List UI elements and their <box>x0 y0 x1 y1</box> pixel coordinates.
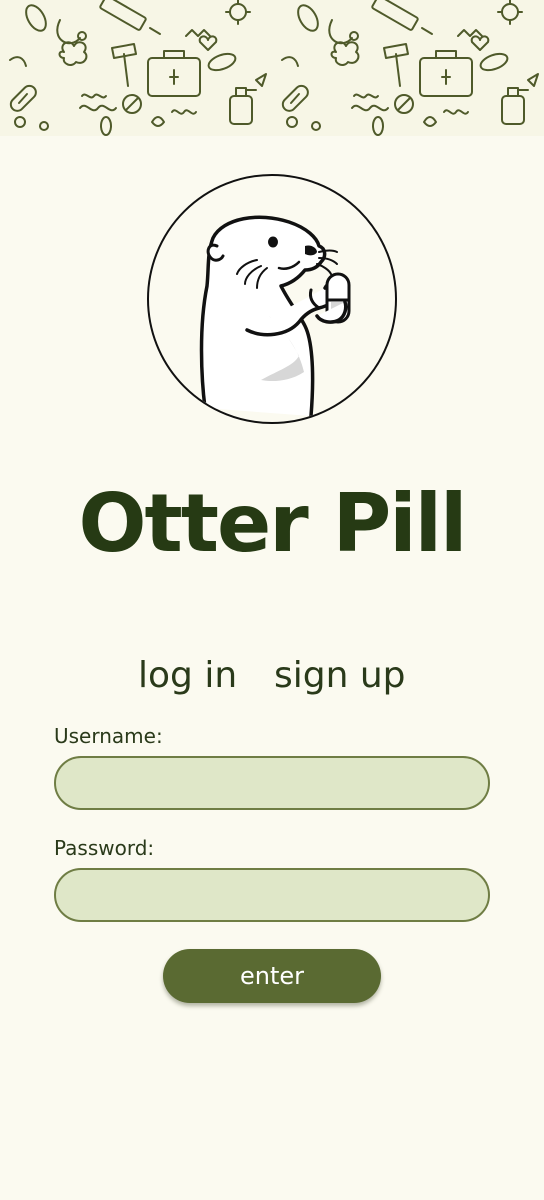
otter-logo <box>147 174 397 424</box>
username-input[interactable] <box>54 756 490 810</box>
auth-tabs: log in sign up <box>0 652 544 702</box>
password-label: Password: <box>54 836 155 860</box>
username-label: Username: <box>54 724 163 748</box>
medical-doodle-banner <box>0 0 544 136</box>
app-title: Otter Pill <box>78 477 468 570</box>
tab-sign-up[interactable]: sign up <box>274 652 406 700</box>
otter-holding-pill-icon <box>199 215 351 418</box>
password-input[interactable] <box>54 868 490 922</box>
tab-log-in[interactable]: log in <box>138 652 237 700</box>
enter-button[interactable]: enter <box>163 949 381 1003</box>
